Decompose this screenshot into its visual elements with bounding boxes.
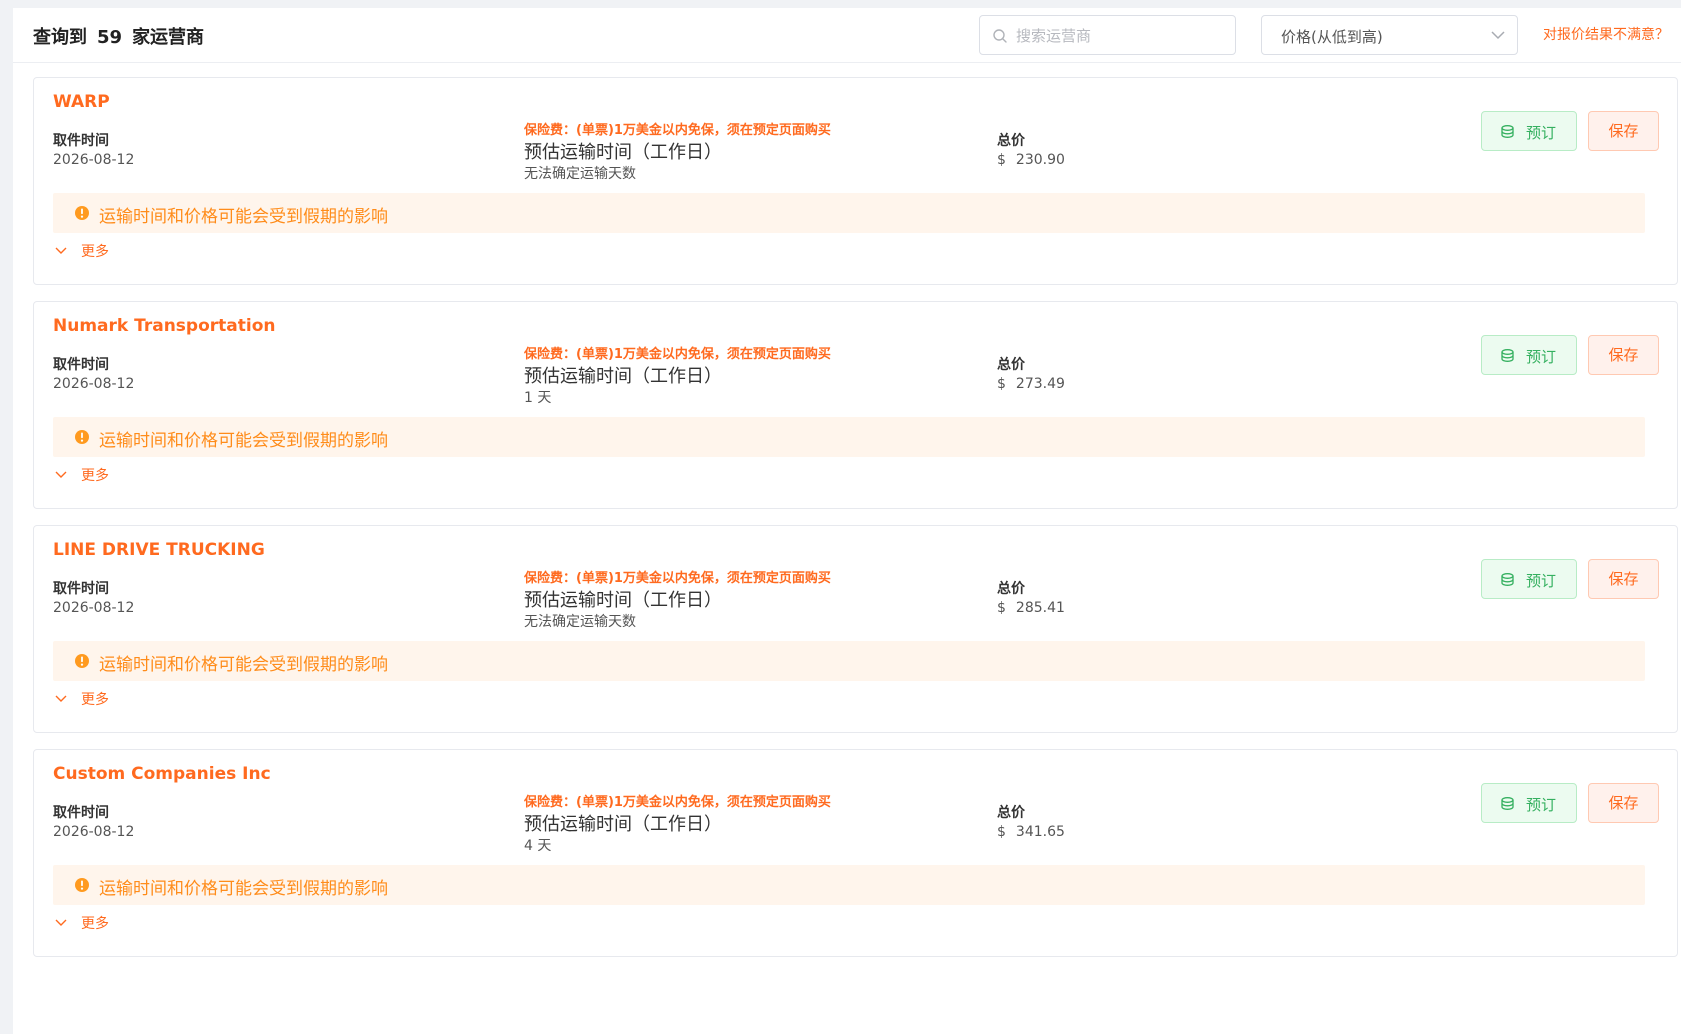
holiday-notice: 运输时间和价格可能会受到假期的影响 <box>53 641 1645 681</box>
book-button[interactable]: 预订 <box>1481 559 1577 599</box>
save-button[interactable]: 保存 <box>1588 783 1659 823</box>
result-count: 59 <box>97 27 123 48</box>
more-label: 更多 <box>81 468 109 484</box>
insurance-note: 保险费：(单票)1万美金以内免保，须在预定页面购买 <box>524 571 831 586</box>
book-button-label: 预订 <box>1526 572 1557 590</box>
chevron-down-icon <box>55 247 67 254</box>
result-suffix: 家运营商 <box>132 27 205 48</box>
insurance-note: 保险费：(单票)1万美金以内免保，须在预定页面购买 <box>524 123 831 138</box>
chevron-down-icon <box>55 471 67 478</box>
total-price: $273.49 <box>997 376 1065 392</box>
transit-days: 无法确定运输天数 <box>524 614 636 630</box>
book-button-label: 预订 <box>1526 796 1557 814</box>
warning-icon <box>75 878 89 892</box>
insurance-note: 保险费：(单票)1万美金以内免保，须在预定页面购买 <box>524 795 831 810</box>
holiday-notice-text: 运输时间和价格可能会受到假期的影响 <box>99 655 388 675</box>
pickup-label: 取件时间 <box>53 805 109 821</box>
results-header: 查询到 59 家运营商 价格(从低到高) 对报价结果不满意？ <box>13 8 1681 63</box>
total-price: $230.90 <box>997 152 1065 168</box>
currency-symbol: $ <box>997 152 1006 168</box>
search-icon <box>993 29 1007 43</box>
carrier-name: Numark Transportation <box>53 316 276 336</box>
currency-symbol: $ <box>997 600 1006 616</box>
unsatisfied-link[interactable]: 对报价结果不满意？ <box>1543 24 1669 44</box>
coins-icon <box>1501 125 1514 138</box>
transit-time-label: 预估运输时间（工作日） <box>524 590 722 611</box>
transit-days: 4 天 <box>524 838 552 854</box>
holiday-notice-text: 运输时间和价格可能会受到假期的影响 <box>99 431 388 451</box>
total-price-value: 230.90 <box>1015 152 1065 168</box>
total-price-label: 总价 <box>997 357 1025 373</box>
carrier-name: Custom Companies Inc <box>53 764 271 784</box>
carrier-search-box[interactable] <box>979 15 1236 55</box>
transit-time-label: 预估运输时间（工作日） <box>524 814 722 835</box>
save-button[interactable]: 保存 <box>1588 559 1659 599</box>
carrier-search-input[interactable] <box>1016 24 1226 48</box>
total-price: $341.65 <box>997 824 1065 840</box>
carrier-name: LINE DRIVE TRUCKING <box>53 540 265 560</box>
total-price-value: 341.65 <box>1015 824 1065 840</box>
total-price: $285.41 <box>997 600 1065 616</box>
holiday-notice-text: 运输时间和价格可能会受到假期的影响 <box>99 879 388 899</box>
more-label: 更多 <box>81 916 109 932</box>
pickup-date: 2026-08-12 <box>53 600 135 616</box>
holiday-notice: 运输时间和价格可能会受到假期的影响 <box>53 193 1645 233</box>
chevron-down-icon <box>55 695 67 702</box>
sort-select[interactable]: 价格(从低到高) <box>1261 15 1518 55</box>
book-button[interactable]: 预订 <box>1481 783 1577 823</box>
sort-select-value: 价格(从低到高) <box>1281 28 1383 46</box>
save-button[interactable]: 保存 <box>1588 335 1659 375</box>
currency-symbol: $ <box>997 824 1006 840</box>
currency-symbol: $ <box>997 376 1006 392</box>
carrier-card: LINE DRIVE TRUCKING 取件时间 2026-08-12 保险费：… <box>33 525 1678 733</box>
warning-icon <box>75 206 89 220</box>
insurance-note: 保险费：(单票)1万美金以内免保，须在预定页面购买 <box>524 347 831 362</box>
carrier-card: Numark Transportation 取件时间 2026-08-12 保险… <box>33 301 1678 509</box>
holiday-notice: 运输时间和价格可能会受到假期的影响 <box>53 865 1645 905</box>
pickup-date: 2026-08-12 <box>53 376 135 392</box>
book-button-label: 预订 <box>1526 348 1557 366</box>
carrier-card: Custom Companies Inc 取件时间 2026-08-12 保险费… <box>33 749 1678 957</box>
transit-time-label: 预估运输时间（工作日） <box>524 366 722 387</box>
pickup-date: 2026-08-12 <box>53 152 135 168</box>
pickup-label: 取件时间 <box>53 357 109 373</box>
left-strip <box>0 0 13 1034</box>
carrier-name: WARP <box>53 92 110 112</box>
warning-icon <box>75 654 89 668</box>
chevron-down-icon <box>1491 31 1505 40</box>
transit-time-label: 预估运输时间（工作日） <box>524 142 722 163</box>
total-price-label: 总价 <box>997 133 1025 149</box>
total-price-value: 285.41 <box>1015 600 1065 616</box>
coins-icon <box>1501 349 1514 362</box>
save-button[interactable]: 保存 <box>1588 111 1659 151</box>
holiday-notice: 运输时间和价格可能会受到假期的影响 <box>53 417 1645 457</box>
transit-days: 无法确定运输天数 <box>524 166 636 182</box>
coins-icon <box>1501 797 1514 810</box>
book-button-label: 预订 <box>1526 124 1557 142</box>
total-price-label: 总价 <box>997 805 1025 821</box>
warning-icon <box>75 430 89 444</box>
coins-icon <box>1501 573 1514 586</box>
result-prefix: 查询到 <box>33 27 87 48</box>
more-label: 更多 <box>81 244 109 260</box>
book-button[interactable]: 预订 <box>1481 111 1577 151</box>
transit-days: 1 天 <box>524 390 552 406</box>
more-label: 更多 <box>81 692 109 708</box>
total-price-value: 273.49 <box>1015 376 1065 392</box>
pickup-label: 取件时间 <box>53 133 109 149</box>
book-button[interactable]: 预订 <box>1481 335 1577 375</box>
result-count-title: 查询到 59 家运营商 <box>33 23 204 49</box>
results-panel: 查询到 59 家运营商 价格(从低到高) 对报价结果不满意？ WARP 取件时间 2… <box>13 8 1681 1034</box>
chevron-down-icon <box>55 919 67 926</box>
pickup-date: 2026-08-12 <box>53 824 135 840</box>
pickup-label: 取件时间 <box>53 581 109 597</box>
total-price-label: 总价 <box>997 581 1025 597</box>
carrier-card: WARP 取件时间 2026-08-12 保险费：(单票)1万美金以内免保，须在… <box>33 77 1678 285</box>
holiday-notice-text: 运输时间和价格可能会受到假期的影响 <box>99 207 388 227</box>
